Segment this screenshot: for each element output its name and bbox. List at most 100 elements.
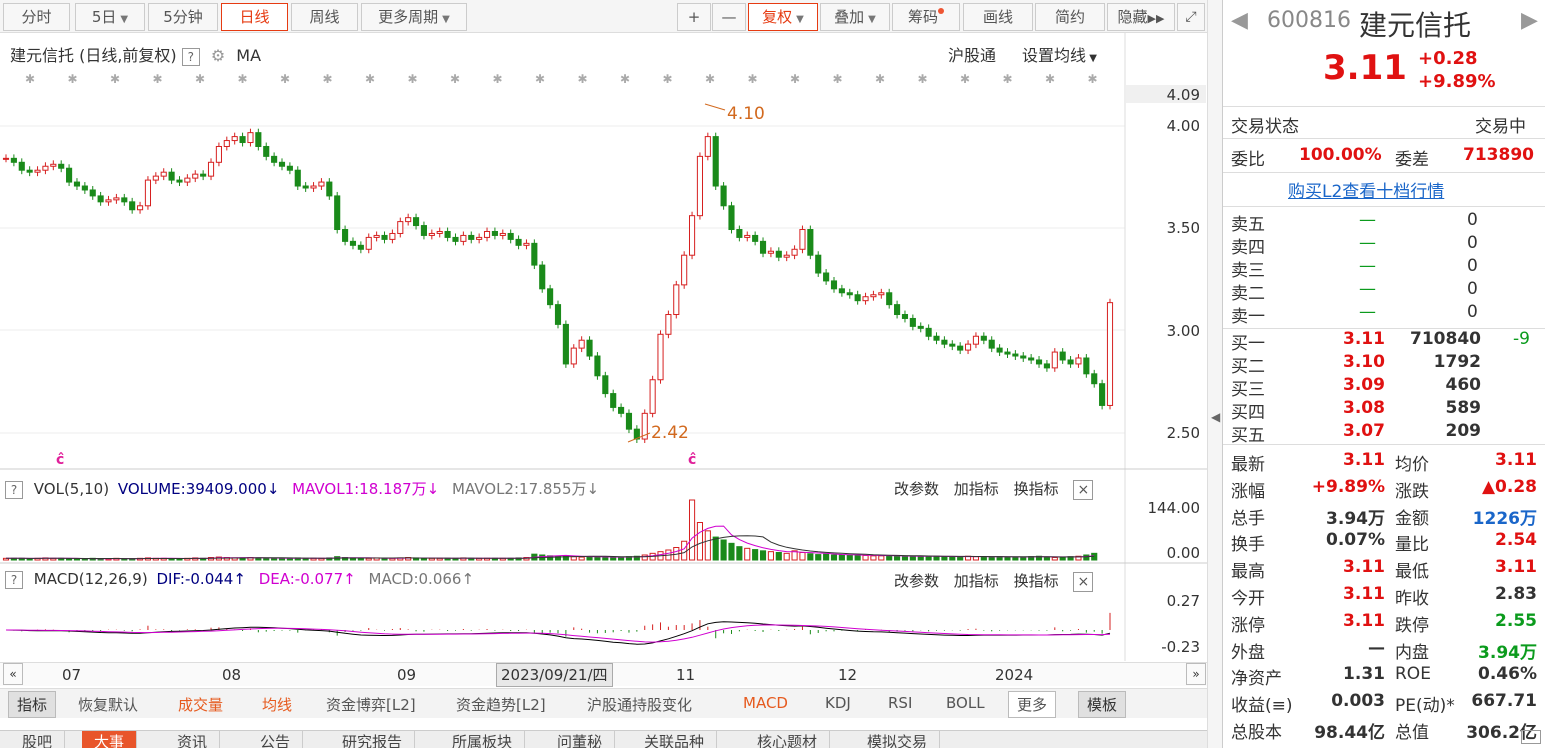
draw-button[interactable]: 画线 [963, 3, 1033, 31]
indicator-macd[interactable]: MACD [743, 694, 788, 712]
candle-body [815, 254, 822, 274]
stat-value: 3.11 [1495, 450, 1537, 470]
template-button[interactable]: 模板 [1078, 691, 1127, 718]
indicator-boll[interactable]: BOLL [946, 694, 985, 712]
indicator-ma[interactable]: 均线 [262, 694, 292, 715]
volume-bar [271, 557, 278, 561]
scroll-right-icon[interactable]: » [1186, 663, 1206, 685]
candle-body [294, 169, 301, 187]
indicator-tab-label[interactable]: 指标 [8, 691, 57, 718]
chips-button[interactable]: 筹码 [892, 3, 960, 31]
volume-bar [815, 554, 822, 561]
close-icon[interactable]: × [1073, 572, 1094, 592]
add-indicator-button[interactable]: 加指标 [954, 480, 999, 498]
event-marker-icon: ✱ [960, 72, 970, 86]
ask-level-price: — [1359, 210, 1376, 230]
stat-label: 总股本 [1231, 723, 1282, 743]
tab-sim-trade[interactable]: 模拟交易 [855, 731, 941, 748]
x-axis: « 07 08 09 2023/09/21/四 11 12 2024 » [0, 662, 1207, 687]
candle-body [389, 232, 396, 240]
volume-bar [886, 555, 893, 561]
collapse-left-icon[interactable]: ◀ [1211, 410, 1220, 424]
indicator-kdj[interactable]: KDJ [825, 694, 851, 712]
window-icon[interactable] [1521, 730, 1541, 744]
overlay-button[interactable]: 叠加 ▼ [820, 3, 890, 31]
tab-events[interactable]: 大事 [82, 731, 138, 748]
x-tick: 09 [397, 666, 417, 684]
event-marker-icon: ✱ [918, 72, 928, 86]
indicator-rsi[interactable]: RSI [888, 694, 912, 712]
candle-body [310, 185, 317, 189]
notification-dot-icon [938, 8, 944, 14]
dea-line [6, 624, 1111, 643]
help-icon[interactable]: ? [5, 570, 23, 589]
tab-daily[interactable]: 日线 [221, 3, 288, 31]
candle-body [775, 250, 782, 258]
candle-body [799, 229, 806, 250]
help-icon[interactable]: ? [5, 480, 23, 499]
event-marker-icon: ✱ [1045, 72, 1055, 86]
tab-themes[interactable]: 核心题材 [745, 731, 831, 748]
stat-value: 98.44亿 [1314, 723, 1385, 743]
low-annotation: 2.42 [651, 423, 689, 443]
tab-announcements[interactable]: 公告 [248, 731, 304, 748]
bid-level-label: 买三 [1231, 380, 1265, 400]
tab-related[interactable]: 关联品种 [632, 731, 718, 748]
zoom-out-button[interactable]: — [712, 3, 746, 31]
prev-stock-icon[interactable]: ◀ [1231, 8, 1248, 33]
fuquan-button[interactable]: 复权 ▼ [748, 3, 818, 31]
event-marker-icon: ✱ [748, 72, 758, 86]
indicator-fund-game[interactable]: 资金博弈[L2] [326, 694, 416, 715]
stat-label: 最低 [1395, 562, 1429, 583]
fuquan-label: 复权 [762, 8, 793, 26]
tab-research[interactable]: 研究报告 [330, 731, 416, 748]
volume-bar [1012, 556, 1019, 561]
reset-default-button[interactable]: 恢复默认 [78, 694, 138, 715]
tab-ask-board[interactable]: 问董秘 [545, 731, 616, 748]
candlestick-chart[interactable]: ✱ ✱ ✱ ✱ ✱ ✱ ✱ ✱ ✱ ✱ ✱ ✱ ✱ ✱ ✱ ✱ ✱ ✱ ✱ ✱ ✱ ✱ ✱ ✱ ✱ ✱ ĉ ĉ [0, 33, 1207, 661]
hide-button[interactable]: 隐藏▶▶ [1107, 3, 1175, 31]
zoom-in-button[interactable]: + [677, 3, 711, 31]
next-stock-icon[interactable]: ▶ [1521, 8, 1538, 33]
candle-body [160, 171, 167, 177]
close-icon[interactable]: × [1073, 480, 1094, 500]
switch-indicator-button[interactable]: 换指标 [1014, 480, 1059, 498]
bid-level-volume: 589 [1445, 398, 1482, 418]
tab-sectors[interactable]: 所属板块 [440, 731, 526, 748]
event-marker-icon: ✱ [1003, 72, 1013, 86]
stat-label: 总手 [1231, 508, 1265, 529]
y-tick: 3.50 [1166, 219, 1200, 237]
indicator-fund-trend[interactable]: 资金趋势[L2] [456, 694, 546, 715]
event-marker-icon: ✱ [535, 72, 545, 86]
candle-body [468, 234, 475, 240]
tab-more-periods[interactable]: 更多周期 ▼ [361, 3, 467, 31]
volume-bar [759, 550, 767, 561]
stat-label: ROE [1395, 664, 1431, 685]
tab-5min[interactable]: 5分钟 [148, 3, 218, 31]
l2-purchase-link[interactable]: 购买L2查看十档行情 [1288, 177, 1444, 202]
volume-bar [909, 555, 916, 561]
bid-level-label: 买四 [1231, 403, 1265, 423]
indicator-volume[interactable]: 成交量 [178, 694, 223, 715]
tab-5day[interactable]: 5日 ▼ [75, 3, 145, 31]
candle-body [436, 230, 443, 234]
candle-body [752, 234, 759, 242]
scroll-left-icon[interactable]: « [3, 663, 23, 685]
change-params-button[interactable]: 改参数 [894, 572, 939, 590]
add-indicator-button[interactable]: 加指标 [954, 572, 999, 590]
fullscreen-icon[interactable]: ⤢ [1177, 3, 1205, 31]
chevron-down-icon: ▼ [868, 14, 876, 25]
switch-indicator-button[interactable]: 换指标 [1014, 572, 1059, 590]
volume-bar [949, 556, 956, 561]
change-params-button[interactable]: 改参数 [894, 480, 939, 498]
tab-guba[interactable]: 股吧 [10, 731, 66, 748]
tab-weekly[interactable]: 周线 [291, 3, 358, 31]
more-indicators-button[interactable]: 更多 [1008, 691, 1057, 718]
panel-splitter[interactable]: ◀ [1207, 0, 1222, 748]
tab-fenshi[interactable]: 分时 [3, 3, 70, 31]
indicator-hgt-holdings[interactable]: 沪股通持股变化 [587, 694, 692, 715]
simple-button[interactable]: 简约 [1035, 3, 1105, 31]
tab-news[interactable]: 资讯 [165, 731, 221, 748]
candle-body [231, 136, 238, 142]
candle-body [192, 173, 199, 179]
